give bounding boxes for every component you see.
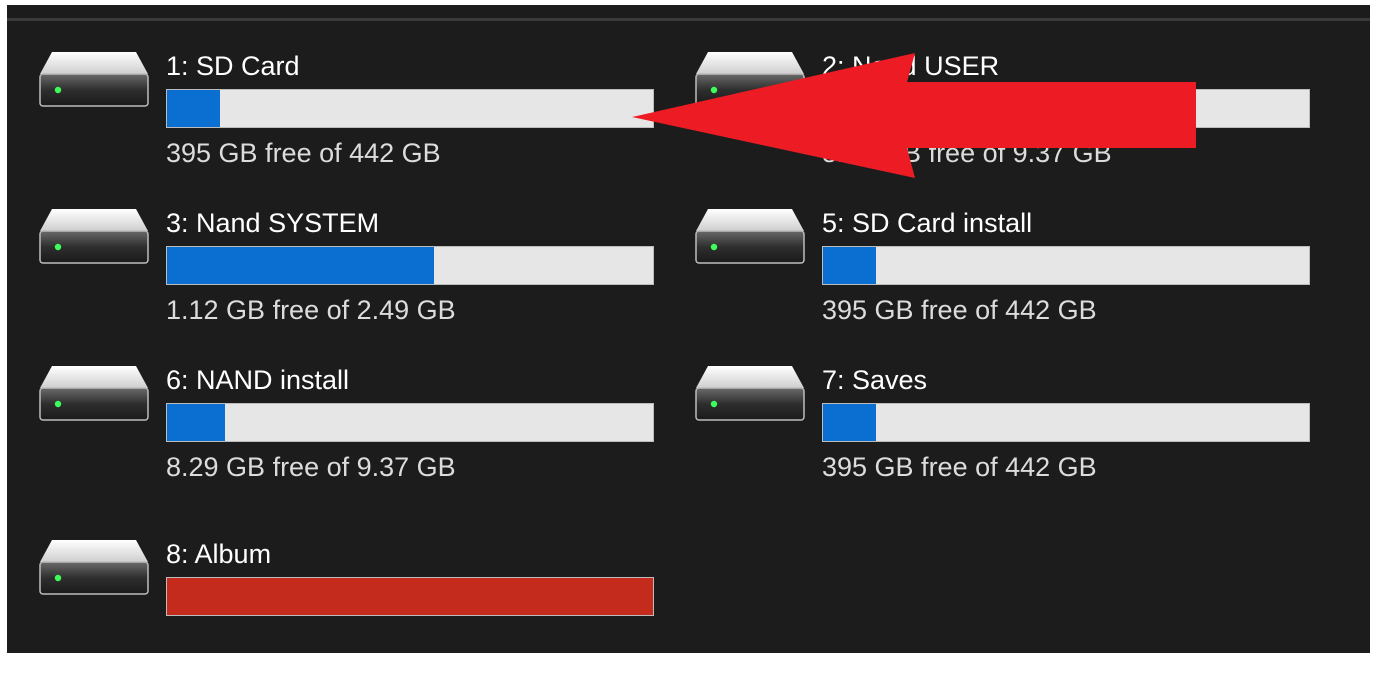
- capacity-bar: [166, 246, 654, 285]
- drive-tile-5[interactable]: 5: SD Card install 395 GB free of 442 GB: [694, 205, 1354, 345]
- capacity-bar-fill: [823, 404, 877, 441]
- drive-tile-8[interactable]: 8: Album: [38, 536, 698, 676]
- capacity-bar: [166, 403, 654, 442]
- capacity-bar: [822, 403, 1310, 442]
- capacity-bar-fill: [167, 247, 435, 284]
- hard-drive-icon: [39, 366, 149, 421]
- hard-drive-icon: [39, 52, 149, 107]
- hard-drive-icon: [695, 52, 805, 107]
- drive-name: 3: Nand SYSTEM: [166, 208, 380, 238]
- hard-drive-icon: [39, 540, 149, 595]
- hard-drive-icon: [695, 366, 805, 421]
- drive-free-space: 395 GB free of 442 GB: [822, 295, 1097, 325]
- hard-drive-icon: [39, 209, 149, 264]
- drive-tile-6[interactable]: 6: NAND install 8.29 GB free of 9.37 GB: [38, 362, 698, 502]
- capacity-bar: [166, 89, 654, 128]
- drive-free-space: 1.12 GB free of 2.49 GB: [166, 295, 456, 325]
- drive-tile-2[interactable]: 2: Nand USER 8.29 GB free of 9.37 GB: [694, 48, 1354, 188]
- drive-name: 2: Nand USER: [822, 51, 1000, 81]
- drive-free-space: 395 GB free of 442 GB: [822, 452, 1097, 482]
- drive-name: 6: NAND install: [166, 365, 350, 395]
- capacity-bar-fill: [823, 90, 877, 127]
- capacity-bar: [822, 246, 1310, 285]
- drive-tile-1[interactable]: 1: SD Card 395 GB free of 442 GB: [38, 48, 698, 188]
- capacity-bar: [822, 89, 1310, 128]
- drive-free-space: 8.29 GB free of 9.37 GB: [822, 138, 1112, 168]
- drive-name: 8: Album: [166, 539, 272, 569]
- hard-drive-icon: [695, 209, 805, 264]
- drive-tile-7[interactable]: 7: Saves 395 GB free of 442 GB: [694, 362, 1354, 502]
- capacity-bar-fill: [167, 404, 226, 441]
- drive-name: 7: Saves: [822, 365, 928, 395]
- capacity-bar-fill: [167, 90, 221, 127]
- drive-tile-3[interactable]: 3: Nand SYSTEM 1.12 GB free of 2.49 GB: [38, 205, 698, 345]
- capacity-bar-fill: [823, 247, 877, 284]
- drive-free-space: 395 GB free of 442 GB: [166, 138, 441, 168]
- drive-free-space: 8.29 GB free of 9.37 GB: [166, 452, 456, 482]
- capacity-bar-fill: [167, 578, 653, 615]
- capacity-bar: [166, 577, 654, 616]
- drive-name: 1: SD Card: [166, 51, 300, 81]
- drive-name: 5: SD Card install: [822, 208, 1033, 238]
- header-divider: [7, 18, 1370, 21]
